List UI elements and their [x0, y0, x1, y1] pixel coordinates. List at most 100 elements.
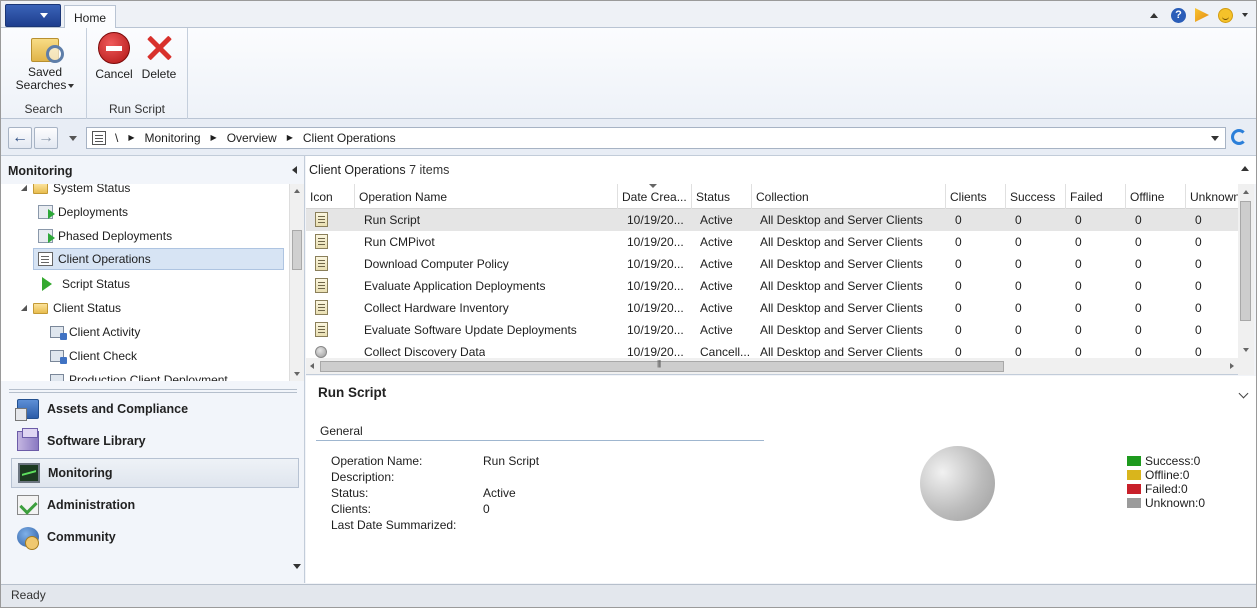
scroll-right-icon[interactable] [1230, 363, 1234, 369]
column-header-status[interactable]: Status [692, 184, 752, 209]
saved-searches-button[interactable]: Saved Searches [10, 32, 80, 92]
scroll-up-icon[interactable] [1243, 190, 1249, 194]
tree-item-label: System Status [53, 184, 131, 195]
feedback-flag-icon[interactable] [1195, 8, 1209, 22]
scroll-thumb[interactable] [1240, 201, 1251, 321]
address-dropdown-icon[interactable] [1211, 136, 1219, 141]
client-operations-icon [92, 131, 106, 145]
workspace-community[interactable]: Community [11, 522, 299, 552]
workspace-monitoring[interactable]: Monitoring [11, 458, 299, 488]
tree-item-client-activity[interactable]: Client Activity [50, 321, 140, 343]
details-pane: Run Script General Operation Name: Run S… [306, 376, 1256, 583]
column-header-failed[interactable]: Failed [1066, 184, 1126, 209]
cell-name: Run Script [364, 213, 421, 227]
cell-unknown: 0 [1195, 257, 1202, 271]
minimize-ribbon-icon[interactable] [1150, 12, 1158, 18]
workspace-label: Administration [47, 498, 136, 512]
navigation-bar: ← → \ ▶ Monitoring ▶ Overview ▶ Client O… [1, 119, 1256, 156]
cell-failed: 0 [1075, 301, 1082, 315]
collapse-pane-icon[interactable] [292, 166, 297, 174]
grid-horizontal-scrollbar[interactable] [306, 358, 1238, 375]
workspace-administration[interactable]: Administration [11, 490, 299, 520]
tree-item-deployments[interactable]: Deployments [38, 201, 128, 223]
breadcrumb-separator-icon[interactable]: ▶ [287, 128, 293, 148]
cell-failed: 0 [1075, 235, 1082, 249]
cancel-button[interactable]: Cancel [94, 32, 134, 81]
cell-date: 10/19/20... [627, 279, 684, 293]
table-row[interactable]: Collect Discovery Data 10/19/20... Cancell… [306, 341, 1238, 358]
cell-failed: 0 [1075, 345, 1082, 358]
workspace-assets-and-compliance[interactable]: Assets and Compliance [11, 394, 299, 424]
column-header-clients[interactable]: Clients [946, 184, 1006, 209]
navigation-pane: Monitoring ◢ System Status Deployments P… [1, 156, 305, 583]
scroll-down-icon[interactable] [1243, 348, 1249, 352]
tree-item-label: Deployments [58, 205, 129, 219]
forward-button[interactable]: → [34, 127, 58, 149]
tree-item-script-status[interactable]: Script Status [42, 273, 130, 295]
client-icon [50, 350, 67, 364]
scroll-left-icon[interactable] [310, 363, 314, 369]
table-row[interactable]: Download Computer Policy 10/19/20... Activ… [306, 253, 1238, 275]
history-dropdown-icon[interactable] [69, 136, 77, 141]
more-workspaces-icon[interactable] [293, 564, 301, 569]
table-row[interactable]: Collect Hardware Inventory 10/19/20... Act… [306, 297, 1238, 319]
column-header-offline[interactable]: Offline [1126, 184, 1186, 209]
collapse-list-icon[interactable] [1241, 166, 1249, 171]
scroll-down-icon[interactable] [294, 372, 300, 376]
table-row[interactable]: Run CMPivot 10/19/20... Active All Desktop … [306, 231, 1238, 253]
tab-home[interactable]: Home [64, 5, 116, 29]
tree-item-system-status[interactable]: ◢ System Status [19, 184, 130, 199]
expander-icon[interactable]: ◢ [19, 297, 29, 319]
workspace-label: Assets and Compliance [47, 402, 189, 416]
tree-scrollbar[interactable] [289, 184, 304, 381]
legend-swatch-failed [1127, 484, 1141, 494]
column-header-success[interactable]: Success [1006, 184, 1066, 209]
table-row[interactable]: Evaluate Application Deployments 10/19/20… [306, 275, 1238, 297]
back-button[interactable]: ← [8, 127, 32, 149]
tree-item-phased-deployments[interactable]: Phased Deployments [38, 225, 172, 247]
scroll-thumb[interactable] [292, 230, 302, 270]
cell-date: 10/19/20... [627, 257, 684, 271]
item-count: 7 items [409, 163, 450, 177]
expander-icon[interactable]: ◢ [19, 184, 29, 199]
scroll-thumb[interactable] [320, 359, 1004, 372]
cell-offline: 0 [1135, 235, 1142, 249]
chevron-down-icon[interactable] [1242, 13, 1248, 17]
pane-splitter[interactable] [9, 389, 297, 393]
application-menu-button[interactable] [5, 4, 61, 27]
table-row[interactable]: Evaluate Software Update Deployments 10/1… [306, 319, 1238, 341]
address-bar[interactable]: \ ▶ Monitoring ▶ Overview ▶ Client Opera… [86, 127, 1226, 149]
breadcrumb-monitoring[interactable]: Monitoring [145, 128, 201, 148]
column-header-icon[interactable]: Icon [306, 184, 355, 209]
tree-item-client-check[interactable]: Client Check [50, 345, 137, 367]
breadcrumb-client-operations[interactable]: Client Operations [303, 128, 396, 148]
breadcrumb-separator-icon[interactable]: ▶ [211, 128, 217, 148]
navigation-pane-title: Monitoring [8, 164, 73, 178]
client-operations-grid: Icon Operation Name Date Crea... Status … [306, 184, 1238, 358]
table-row[interactable]: Run Script 10/19/20... Active All Desktop a… [306, 209, 1238, 231]
breadcrumb-overview[interactable]: Overview [227, 128, 277, 148]
column-header-unknown[interactable]: Unknown [1186, 184, 1238, 209]
tree-item-label: Production Client Deployment [69, 373, 228, 381]
cell-clients: 0 [955, 345, 962, 358]
refresh-icon[interactable] [1231, 129, 1247, 145]
breadcrumb-separator-icon[interactable]: ▶ [128, 128, 134, 148]
tree-item-client-status[interactable]: ◢ Client Status [19, 297, 121, 319]
grid-vertical-scrollbar[interactable] [1238, 184, 1254, 358]
tree-item-production-client-deployment[interactable]: Production Client Deployment [50, 369, 228, 381]
breadcrumb-root[interactable]: \ [115, 128, 118, 148]
delete-button[interactable]: Delete [138, 32, 180, 81]
help-icon[interactable]: ? [1171, 7, 1186, 23]
tree-item-label: Client Status [53, 301, 122, 315]
workspace-software-library[interactable]: Software Library [11, 426, 299, 456]
navigation-tree: ◢ System Status Deployments Phased Deplo… [1, 184, 289, 381]
software-library-icon [17, 428, 39, 451]
tree-item-client-operations[interactable]: Client Operations [33, 248, 284, 270]
column-header-operation-name[interactable]: Operation Name [355, 184, 618, 209]
smiley-feedback-icon[interactable] [1218, 7, 1233, 23]
operation-icon [315, 278, 328, 293]
collapse-details-icon[interactable] [1238, 388, 1249, 399]
cell-collection: All Desktop and Server Clients [760, 213, 923, 227]
scroll-up-icon[interactable] [294, 189, 300, 193]
column-header-collection[interactable]: Collection [752, 184, 946, 209]
